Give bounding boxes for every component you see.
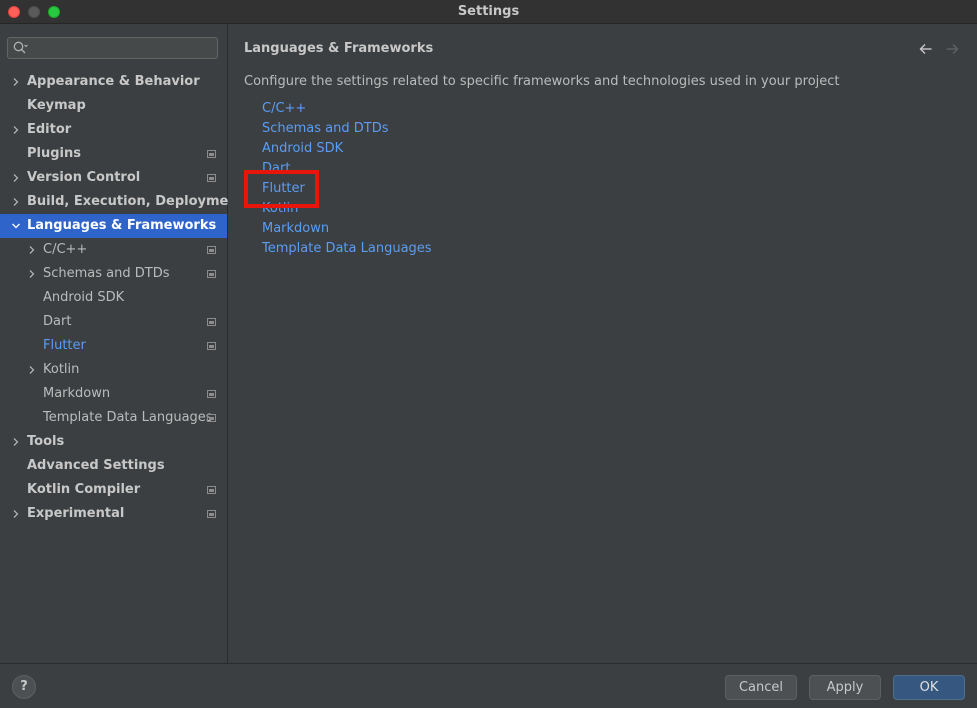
chevron-right-icon[interactable] — [27, 365, 37, 375]
settings-tree: Appearance & Behavior Keymap Editor Plugins… — [0, 70, 244, 526]
ok-button[interactable]: OK — [893, 675, 965, 700]
project-level-icon — [207, 150, 216, 158]
chevron-right-icon[interactable] — [27, 269, 37, 279]
chevron-down-icon[interactable] — [11, 221, 21, 231]
sidebar-item-template-data-languages[interactable]: Template Data Languages — [0, 406, 227, 430]
link-kotlin[interactable]: Kotlin — [262, 199, 432, 219]
sidebar-item-label: Flutter — [43, 338, 86, 353]
content-panel: Languages & Frameworks Configure the set… — [228, 24, 977, 663]
chevron-right-icon[interactable] — [11, 125, 21, 135]
window-title: Settings — [457, 4, 520, 19]
page-title: Languages & Frameworks — [244, 41, 434, 56]
sidebar-item-label: C/C++ — [43, 242, 88, 257]
sidebar-item-build-execution-deployment[interactable]: Build, Execution, Deployment — [0, 190, 244, 214]
settings-sidebar: Appearance & Behavior Keymap Editor Plugins… — [0, 24, 244, 663]
link-c-c[interactable]: C/C++ — [262, 99, 432, 119]
title-bar: Settings — [0, 0, 977, 24]
link-schemas-and-dtds[interactable]: Schemas and DTDs — [262, 119, 432, 139]
sidebar-item-label: Schemas and DTDs — [43, 266, 170, 281]
chevron-right-icon[interactable] — [11, 77, 21, 87]
sidebar-item-dart[interactable]: Dart — [0, 310, 227, 334]
search-input[interactable] — [30, 39, 210, 57]
sidebar-item-label: Experimental — [27, 506, 125, 521]
settings-window: Settings Appearance & Behavior Keymap Edit… — [0, 0, 977, 708]
sidebar-item-android-sdk[interactable]: Android SDK — [0, 286, 227, 310]
search-icon — [13, 41, 28, 54]
sidebar-item-c-c[interactable]: C/C++ — [0, 238, 227, 262]
sidebar-item-label: Plugins — [27, 146, 81, 161]
sidebar-item-label: Editor — [27, 122, 72, 137]
sidebar-item-label: Kotlin Compiler — [27, 482, 141, 497]
project-level-icon — [207, 318, 216, 326]
page-description: Configure the settings related to specif… — [244, 74, 840, 89]
link-dart[interactable]: Dart — [262, 159, 432, 179]
sidebar-item-label: Advanced Settings — [27, 458, 165, 473]
forward-arrow-icon[interactable] — [944, 41, 960, 57]
project-level-icon — [207, 510, 216, 518]
sidebar-item-schemas-and-dtds[interactable]: Schemas and DTDs — [0, 262, 227, 286]
apply-button[interactable]: Apply — [809, 675, 881, 700]
sidebar-item-experimental[interactable]: Experimental — [0, 502, 227, 526]
sidebar-item-label: Template Data Languages — [43, 410, 213, 425]
link-markdown[interactable]: Markdown — [262, 219, 432, 239]
sidebar-item-label: Markdown — [43, 386, 111, 401]
sidebar-item-tools[interactable]: Tools — [0, 430, 227, 454]
sidebar-item-label: Kotlin — [43, 362, 80, 377]
link-template-data-languages[interactable]: Template Data Languages — [262, 239, 432, 259]
link-android-sdk[interactable]: Android SDK — [262, 139, 432, 159]
sidebar-item-markdown[interactable]: Markdown — [0, 382, 227, 406]
sidebar-item-keymap[interactable]: Keymap — [0, 94, 227, 118]
chevron-right-icon[interactable] — [11, 197, 21, 207]
sidebar-item-languages-frameworks[interactable]: Languages & Frameworks — [0, 214, 227, 238]
sidebar-item-editor[interactable]: Editor — [0, 118, 227, 142]
dialog-footer: ? Cancel Apply OK — [0, 663, 977, 708]
back-arrow-icon[interactable] — [918, 41, 934, 57]
chevron-right-icon[interactable] — [11, 173, 21, 183]
sidebar-item-label: Version Control — [27, 170, 141, 185]
project-level-icon — [207, 390, 216, 398]
framework-links: C/C++ Schemas and DTDs Android SDK Dart Flut… — [262, 99, 432, 259]
sidebar-item-label: Keymap — [27, 98, 86, 113]
sidebar-item-flutter[interactable]: Flutter — [0, 334, 227, 358]
link-flutter[interactable]: Flutter — [262, 179, 432, 199]
project-level-icon — [207, 174, 216, 182]
sidebar-item-appearance-behavior[interactable]: Appearance & Behavior — [0, 70, 227, 94]
help-button[interactable]: ? — [12, 675, 36, 699]
project-level-icon — [207, 342, 216, 350]
sidebar-item-advanced-settings[interactable]: Advanced Settings — [0, 454, 227, 478]
chevron-right-icon[interactable] — [11, 509, 21, 519]
cancel-button[interactable]: Cancel — [725, 675, 797, 700]
project-level-icon — [207, 246, 216, 254]
sidebar-item-label: Tools — [27, 434, 65, 449]
sidebar-item-label: Build, Execution, Deployment — [27, 194, 244, 209]
sidebar-item-plugins[interactable]: Plugins — [0, 142, 227, 166]
sidebar-item-label: Languages & Frameworks — [27, 218, 217, 233]
sidebar-item-label: Dart — [43, 314, 72, 329]
project-level-icon — [207, 270, 216, 278]
chevron-right-icon[interactable] — [27, 245, 37, 255]
project-level-icon — [207, 414, 216, 422]
sidebar-item-label: Android SDK — [43, 290, 125, 305]
chevron-right-icon[interactable] — [11, 437, 21, 447]
project-level-icon — [207, 486, 216, 494]
sidebar-item-label: Appearance & Behavior — [27, 74, 200, 89]
sidebar-item-kotlin-compiler[interactable]: Kotlin Compiler — [0, 478, 227, 502]
sidebar-item-version-control[interactable]: Version Control — [0, 166, 227, 190]
search-box[interactable] — [7, 37, 218, 59]
sidebar-item-kotlin[interactable]: Kotlin — [0, 358, 227, 382]
